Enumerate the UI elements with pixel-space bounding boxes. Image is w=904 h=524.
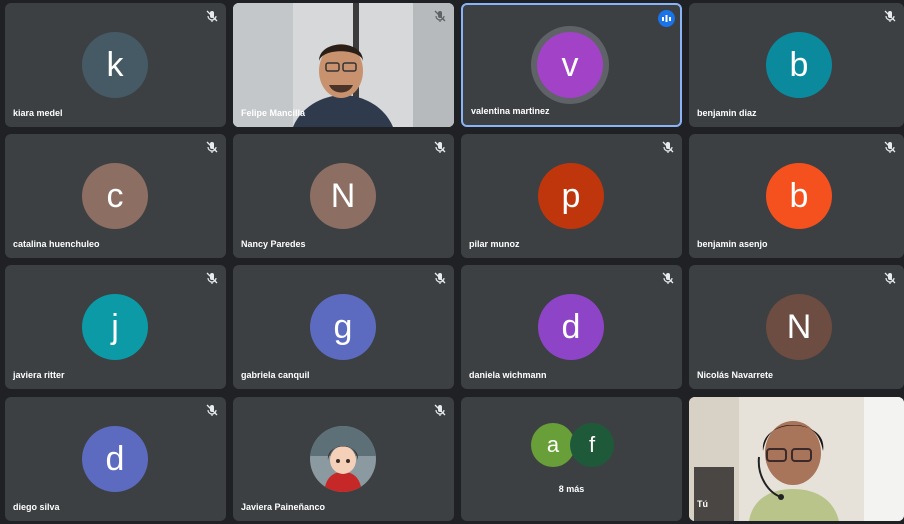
- avatar: k: [82, 32, 148, 98]
- participant-tile[interactable]: b benjamin asenjo: [689, 134, 904, 258]
- avatar: N: [310, 163, 376, 229]
- participant-name: gabriela canquil: [241, 370, 310, 380]
- avatar: v: [537, 32, 603, 98]
- mic-off-icon: [434, 10, 446, 22]
- participant-name: Javiera Paineñanco: [241, 502, 326, 512]
- participant-name: Nancy Paredes: [241, 239, 306, 249]
- avatar: b: [766, 163, 832, 229]
- avatar: b: [766, 32, 832, 98]
- mic-off-icon: [434, 272, 446, 284]
- mic-off-icon: [206, 141, 218, 153]
- participant-name: catalina huenchuleo: [13, 239, 100, 249]
- participant-name: javiera ritter: [13, 370, 65, 380]
- self-video-feed: [689, 397, 904, 521]
- mic-off-icon: [662, 141, 674, 153]
- participant-grid: k kiara medel Felipe Mancilla v valentin…: [0, 0, 904, 524]
- mic-off-icon: [884, 10, 896, 22]
- avatar: c: [82, 163, 148, 229]
- participant-tile[interactable]: N Nancy Paredes: [233, 134, 454, 258]
- participant-tile[interactable]: g gabriela canquil: [233, 265, 454, 389]
- participant-tile[interactable]: Javiera Paineñanco: [233, 397, 454, 521]
- participant-name: benjamin diaz: [697, 108, 757, 118]
- participant-tile[interactable]: k kiara medel: [5, 3, 226, 127]
- mic-off-icon: [206, 272, 218, 284]
- participant-tile-speaking[interactable]: v valentina martinez: [461, 3, 682, 127]
- mic-off-icon: [206, 10, 218, 22]
- avatar: d: [538, 294, 604, 360]
- mic-off-icon: [884, 141, 896, 153]
- mic-off-icon: [884, 272, 896, 284]
- participant-name: pilar munoz: [469, 239, 520, 249]
- more-participants-label: 8 más: [558, 484, 585, 494]
- self-video-tile[interactable]: Tú: [689, 397, 904, 521]
- mic-off-icon: [434, 141, 446, 153]
- mic-off-icon: [206, 404, 218, 416]
- participant-tile[interactable]: d diego silva: [5, 397, 226, 521]
- avatar: d: [82, 426, 148, 492]
- participant-tile[interactable]: d daniela wichmann: [461, 265, 682, 389]
- avatar: p: [538, 163, 604, 229]
- participant-name: diego silva: [13, 502, 60, 512]
- participant-tile[interactable]: Felipe Mancilla: [233, 3, 454, 127]
- self-name-label: Tú: [697, 499, 708, 509]
- participant-name: benjamin asenjo: [697, 239, 768, 249]
- participant-name: kiara medel: [13, 108, 63, 118]
- avatar: a: [531, 423, 575, 467]
- avatar: g: [310, 294, 376, 360]
- more-participants-tile[interactable]: a f 8 más: [461, 397, 682, 521]
- participant-tile[interactable]: p pilar munoz: [461, 134, 682, 258]
- participant-name: Felipe Mancilla: [241, 108, 306, 118]
- participant-tile[interactable]: N Nicolás Navarrete: [689, 265, 904, 389]
- audio-level-icon: [658, 10, 675, 27]
- avatar: N: [766, 294, 832, 360]
- participant-tile[interactable]: j javiera ritter: [5, 265, 226, 389]
- mic-off-icon: [662, 272, 674, 284]
- participant-tile[interactable]: c catalina huenchuleo: [5, 134, 226, 258]
- participant-tile[interactable]: b benjamin diaz: [689, 3, 904, 127]
- anime-avatar-image: [310, 426, 376, 492]
- participant-name: valentina martinez: [471, 106, 550, 116]
- mic-off-icon: [434, 404, 446, 416]
- participant-name: daniela wichmann: [469, 370, 547, 380]
- participant-name: Nicolás Navarrete: [697, 370, 774, 380]
- avatar: f: [570, 423, 614, 467]
- avatar: j: [82, 294, 148, 360]
